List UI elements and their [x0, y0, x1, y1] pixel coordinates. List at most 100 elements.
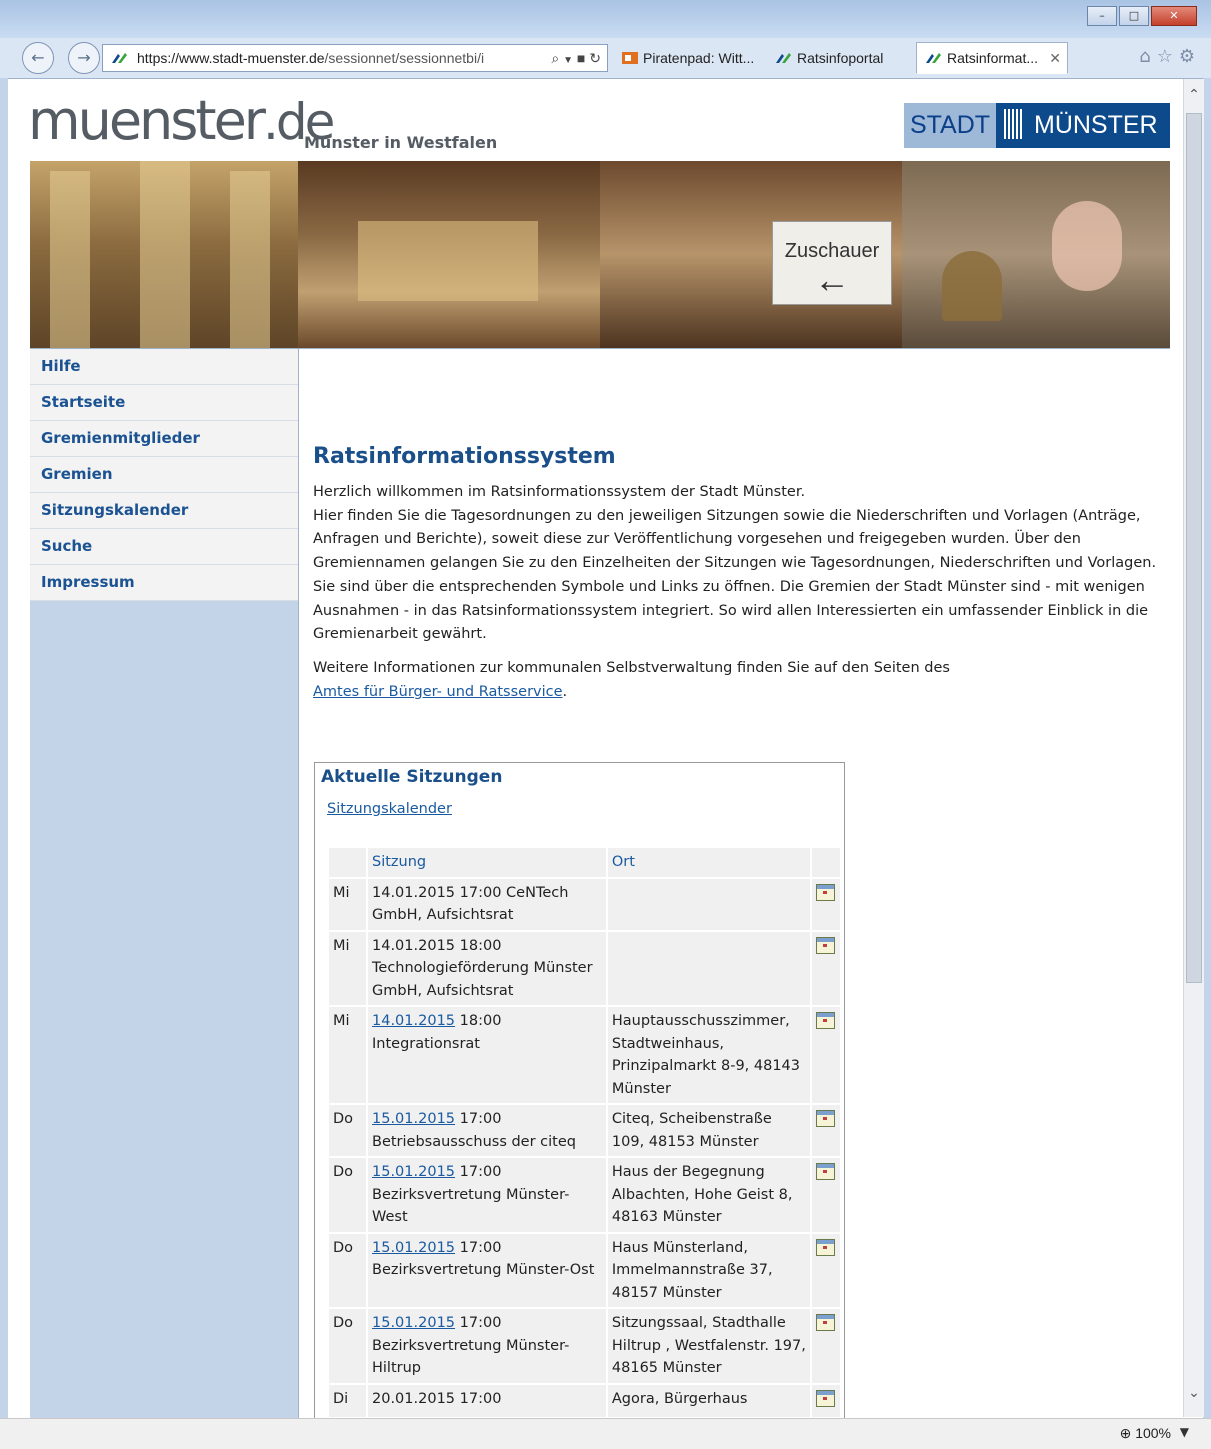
search-icon[interactable]: ⌕ [551, 50, 559, 66]
sidebar-item-hilfe[interactable]: Hilfe [30, 349, 298, 385]
zuschauer-sign: Zuschauer ← [772, 221, 892, 305]
calendar-export-icon[interactable] [816, 1314, 836, 1331]
sidebar-item-startseite[interactable]: Startseite [30, 385, 298, 421]
sessions-table: Sitzung Ort Mi 14.01.2015 17:00 CeNTech G… [327, 846, 842, 1418]
session-day: Mi [329, 878, 366, 930]
session-icon-cell [812, 1309, 840, 1383]
body-text: Hier finden Sie die Tagesordnungen zu de… [313, 507, 1157, 643]
session-icon-cell [812, 931, 840, 1005]
session-name: Bezirksvertretung Münster-Ost [372, 1262, 595, 1278]
piratenpad-icon [622, 52, 638, 64]
session-date: 14.01.2015 [372, 937, 456, 954]
minimize-button[interactable]: – [1087, 6, 1117, 26]
calendar-export-icon[interactable] [816, 1238, 836, 1256]
sidebar-item-sitzungskalender[interactable]: Sitzungskalender [30, 493, 298, 529]
amt-link[interactable]: Amtes für Bürger- und Ratsservice [313, 684, 563, 700]
stadt-muenster-logo[interactable]: STADT MÜNSTER [904, 103, 1170, 148]
session-date-link[interactable]: 15.01.2015 [372, 1240, 455, 1256]
session-day: Do [329, 1158, 366, 1232]
vertical-scrollbar[interactable]: ⌃ ⌄ [1183, 79, 1204, 1417]
site-favicon-icon [112, 53, 127, 63]
session-cell: 15.01.2015 17:00 Bezirksvertretung Münst… [368, 1233, 606, 1307]
session-icon-cell [812, 878, 840, 930]
sidebar-nav: Hilfe Startseite Gremienmitglieder Gremi… [30, 349, 299, 1418]
tab-ratsinformation[interactable]: Ratsinformat... ✕ [916, 42, 1068, 74]
back-icon[interactable]: ← [22, 42, 54, 74]
sidebar-item-gremienmitglieder[interactable]: Gremienmitglieder [30, 421, 298, 457]
maximize-button[interactable]: □ [1119, 6, 1149, 26]
session-date-link[interactable]: 14.01.2015 [372, 1013, 455, 1029]
home-icon[interactable]: ⌂ [1139, 46, 1156, 67]
zoom-level[interactable]: ⊕ 100% [1120, 1425, 1171, 1442]
session-day: Mi [329, 1007, 366, 1103]
sessions-body: Mi 14.01.2015 17:00 CeNTech GmbH, Aufsich… [329, 878, 840, 1417]
session-date-link[interactable]: 15.01.2015 [372, 1315, 455, 1331]
sidebar-item-gremien[interactable]: Gremien [30, 457, 298, 493]
tab-label: Ratsinfoportal [797, 50, 884, 66]
gear-icon[interactable]: ⚙ [1179, 46, 1201, 67]
scrollbar-thumb[interactable] [1186, 113, 1202, 983]
table-row: Di 20.01.2015 17:00 Agora, Bürgerhaus [329, 1384, 840, 1417]
intro-text: Herzlich willkommen im Ratsinformationss… [313, 484, 806, 500]
current-sessions-box: Aktuelle Sitzungen Sitzungskalender Sitz… [314, 762, 845, 1418]
session-icon-cell [812, 1105, 840, 1156]
session-location: Citeq, Scheibenstraße 109, 48153 Münster [607, 1105, 811, 1156]
site-logo[interactable]: muenster.de [28, 89, 335, 152]
window-title-bar: – □ ✕ [0, 0, 1211, 38]
session-date: 14.01.2015 [372, 884, 456, 901]
session-name: Bezirksvertretung Münster-Hiltrup [372, 1337, 570, 1377]
session-icon-cell [812, 1158, 840, 1232]
session-cell: 14.01.2015 18:00 Integrationsrat [368, 1007, 606, 1103]
session-icon-cell [812, 1384, 840, 1417]
lock-icon[interactable]: ■ [577, 50, 585, 66]
close-tab-icon[interactable]: ✕ [1049, 43, 1061, 73]
calendar-export-icon[interactable] [816, 936, 836, 954]
session-date-link[interactable]: 15.01.2015 [372, 1164, 455, 1180]
stadt-logo-left: STADT [904, 103, 996, 148]
calendar-export-icon[interactable] [816, 1012, 836, 1029]
sidebar-item-suche[interactable]: Suche [30, 529, 298, 565]
scroll-up-icon[interactable]: ⌃ [1184, 87, 1204, 103]
address-tools: ⌕ ▼ ■ ↻ [551, 45, 601, 71]
session-day: Do [329, 1233, 366, 1307]
sidebar-item-impressum[interactable]: Impressum [30, 565, 298, 601]
web-page: muenster.de Münster in Westfalen STADT M… [8, 79, 1183, 1418]
refresh-icon[interactable]: ↻ [589, 50, 601, 66]
chevron-down-icon[interactable]: ▼ [563, 55, 573, 66]
star-icon[interactable]: ☆ [1157, 46, 1179, 67]
session-cell: 20.01.2015 17:00 [368, 1384, 606, 1417]
calendar-export-icon[interactable] [816, 1389, 836, 1407]
forward-icon[interactable]: → [68, 42, 100, 74]
url-host: https://www.stadt-muenster.de [137, 50, 325, 66]
session-time: 17:00 [459, 1239, 502, 1256]
calendar-export-icon[interactable] [816, 1110, 836, 1127]
table-row: Mi 14.01.2015 18:00 Technologieförderung … [329, 931, 840, 1005]
calendar-export-icon[interactable] [816, 1163, 836, 1180]
zoom-value: 100% [1135, 1425, 1171, 1441]
table-row: Mi 14.01.2015 18:00 Integrationsrat Haupta… [329, 1007, 840, 1103]
tab-ratsinfoportal[interactable]: Ratsinfoportal [766, 42, 912, 74]
sessions-heading: Aktuelle Sitzungen [321, 767, 503, 787]
logo-main: muenster [28, 89, 266, 152]
site-tagline: Münster in Westfalen [304, 133, 498, 152]
address-bar[interactable]: https://www.stadt-muenster.de/sessionnet… [102, 44, 608, 72]
session-cell: 14.01.2015 17:00 CeNTech GmbH, Aufsichts… [368, 878, 606, 930]
arrow-left-icon: ← [814, 259, 850, 300]
organ-pipes-icon [1004, 109, 1024, 139]
session-location: Hauptausschusszimmer, Stadtweinhaus, Pri… [607, 1007, 811, 1103]
tab-label: Piratenpad: Witt... [643, 50, 755, 66]
sitzungskalender-link[interactable]: Sitzungskalender [327, 801, 452, 817]
session-location: Haus Münsterland, Immelmannstraße 37, 48… [607, 1233, 811, 1307]
header-icon [812, 848, 840, 877]
session-date: 20.01.2015 [372, 1390, 456, 1407]
session-time: 18:00 [459, 937, 502, 954]
table-row: Mi 14.01.2015 17:00 CeNTech GmbH, Aufsich… [329, 878, 840, 930]
session-time: 17:00 [459, 1390, 502, 1407]
scroll-down-icon[interactable]: ⌄ [1184, 1385, 1204, 1401]
tab-piratenpad[interactable]: Piratenpad: Witt... [612, 42, 764, 74]
session-date-link[interactable]: 15.01.2015 [372, 1111, 455, 1127]
calendar-export-icon[interactable] [816, 883, 836, 901]
close-window-button[interactable]: ✕ [1151, 6, 1197, 26]
more-info-end: . [562, 683, 568, 700]
chevron-down-icon[interactable]: ▼ [1180, 1425, 1189, 1439]
